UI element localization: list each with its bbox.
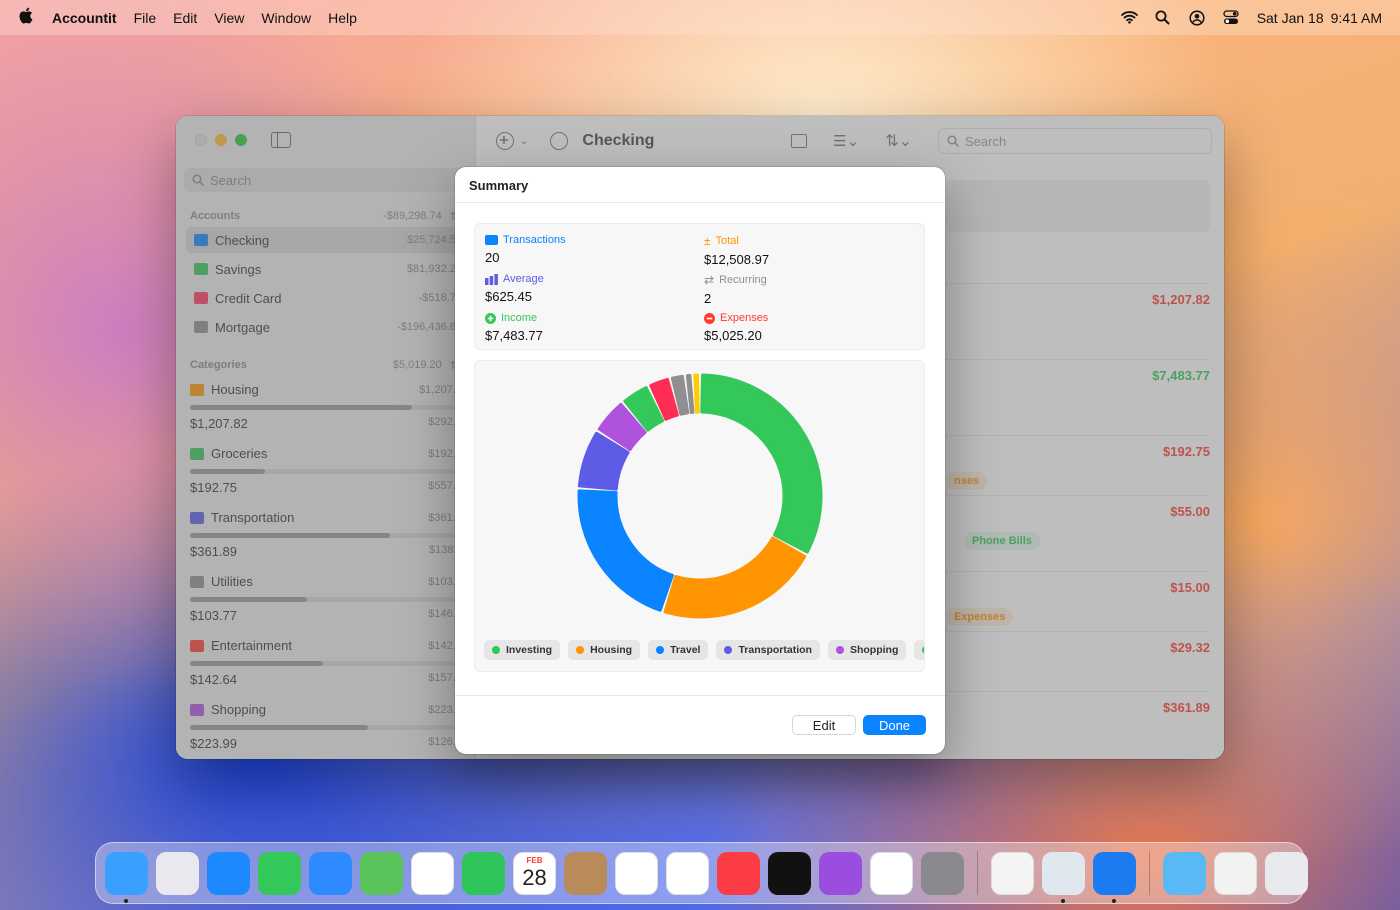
dock-preview-icon[interactable] [1042,851,1085,903]
sheet-title: Summary [469,178,529,193]
donut-slice-investing[interactable] [700,373,823,554]
summary-sheet: Summary Transactions 20 ± Total $12,508.… [455,167,945,754]
edit-button[interactable]: Edit [792,715,856,735]
legend-label: Investing [506,644,553,656]
stat-label: Average [503,273,544,285]
plus-minus-icon: ± [704,234,711,248]
stat-label: Income [501,312,538,324]
legend-item[interactable]: G [914,640,924,660]
edit-menu[interactable]: Edit [173,10,197,26]
stat-label: Expenses [720,312,769,324]
control-center-icon[interactable] [1223,9,1239,26]
dock-finder-icon[interactable] [105,851,148,903]
chart-legend: Investing Housing Travel Transportation Shop… [484,640,924,660]
legend-item[interactable]: Shopping [827,640,907,660]
app-name-menu[interactable]: Accountit [52,10,117,26]
dock-maps-icon[interactable] [360,851,403,895]
credit-card-icon [485,235,498,245]
bar-chart-icon [485,273,498,285]
summary-stats-panel: Transactions 20 ± Total $12,508.97 Avera… [474,223,925,350]
dock-safari-icon[interactable] [207,851,250,895]
clock-date: Sat Jan 18 [1256,9,1324,26]
dock-divider [1149,851,1150,895]
legend-dot [724,646,733,654]
legend-label: Transportation [738,644,812,656]
legend-item[interactable]: Housing [568,640,641,660]
dock-tv-icon[interactable] [768,851,811,895]
dock-document-icon[interactable] [1214,851,1257,895]
stat-average: Average $625.45 [485,273,544,304]
stat-value: 20 [485,250,500,265]
stat-total: ± Total $12,508.97 [704,234,769,267]
legend-dot [576,646,585,654]
dock-podcasts-icon[interactable] [819,851,862,895]
dock-textedit-icon[interactable] [991,851,1034,895]
dock-trash-icon[interactable] [1265,851,1308,895]
dock-notes-icon[interactable] [666,851,709,895]
donut-slice-housing[interactable] [663,536,807,619]
legend-dot [492,646,500,654]
view-menu[interactable]: View [214,10,244,26]
dock-accountit-icon[interactable] [1093,851,1136,903]
legend-item[interactable]: Travel [648,640,709,660]
done-button[interactable]: Done [863,715,926,735]
help-menu[interactable]: Help [328,10,357,26]
dock-photos-icon[interactable] [411,851,454,895]
stat-value: $5,025.20 [704,328,762,343]
dock-contacts-icon[interactable] [564,851,607,895]
stat-expenses: Expenses $5,025.20 [704,312,768,343]
dock-downloads-icon[interactable] [1163,851,1206,895]
dock: FEB 28 [95,842,1308,904]
dock-calendar-icon[interactable]: FEB 28 [513,851,556,895]
legend-dot [835,646,844,654]
stat-transactions: Transactions 20 [485,234,566,265]
dock-music-icon[interactable] [717,851,760,895]
stat-label: Transactions [503,234,566,246]
spotlight-search-icon[interactable] [1155,10,1171,26]
donut-slice-travel[interactable] [577,489,674,612]
donut-chart [577,373,823,619]
legend-dot [656,646,665,654]
menu-bar: Accountit File Edit View Window Help Sat… [0,0,1400,35]
legend-label: Travel [670,644,701,656]
file-menu[interactable]: File [134,10,157,26]
minus-circle-icon [704,312,715,324]
legend-dot [922,646,924,654]
donut-slice-segment-9[interactable] [693,373,700,414]
repeat-icon: ⇄ [704,273,715,287]
stat-value: $7,483.77 [485,328,543,343]
calendar-day: 28 [522,865,547,890]
stat-value: $12,508.97 [704,252,770,267]
plus-circle-icon [485,312,496,324]
stat-income: Income $7,483.77 [485,312,543,343]
divider [455,202,945,203]
clock-time: 9:41 AM [1330,9,1382,26]
wifi-icon[interactable] [1120,10,1138,26]
dock-system-settings-icon[interactable] [921,851,964,895]
dock-facetime-icon[interactable] [462,851,505,895]
chart-panel: Investing Housing Travel Transportation Shop… [474,360,925,672]
window-menu[interactable]: Window [261,10,311,26]
user-account-icon[interactable] [1189,9,1205,26]
stat-label: Total [715,235,739,247]
dock-messages-icon[interactable] [258,851,301,895]
divider [455,695,945,696]
dock-launchpad-icon[interactable] [156,851,199,895]
stat-value: $625.45 [485,289,532,304]
legend-item[interactable]: Transportation [716,640,820,660]
stat-label: Recurring [719,274,767,286]
apple-menu-icon[interactable] [18,7,34,29]
legend-label: Shopping [849,644,899,656]
stat-value: 2 [704,291,712,306]
legend-item[interactable]: Investing [484,640,561,660]
dock-divider [977,851,978,895]
stat-recurring: ⇄ Recurring 2 [704,273,767,306]
dock-reminders-icon[interactable] [615,851,658,895]
menu-bar-clock[interactable]: Sat Jan 18 9:41 AM [1257,10,1382,26]
dock-news-icon[interactable] [870,851,913,895]
legend-label: Housing [590,644,633,656]
dock-mail-icon[interactable] [309,851,352,895]
